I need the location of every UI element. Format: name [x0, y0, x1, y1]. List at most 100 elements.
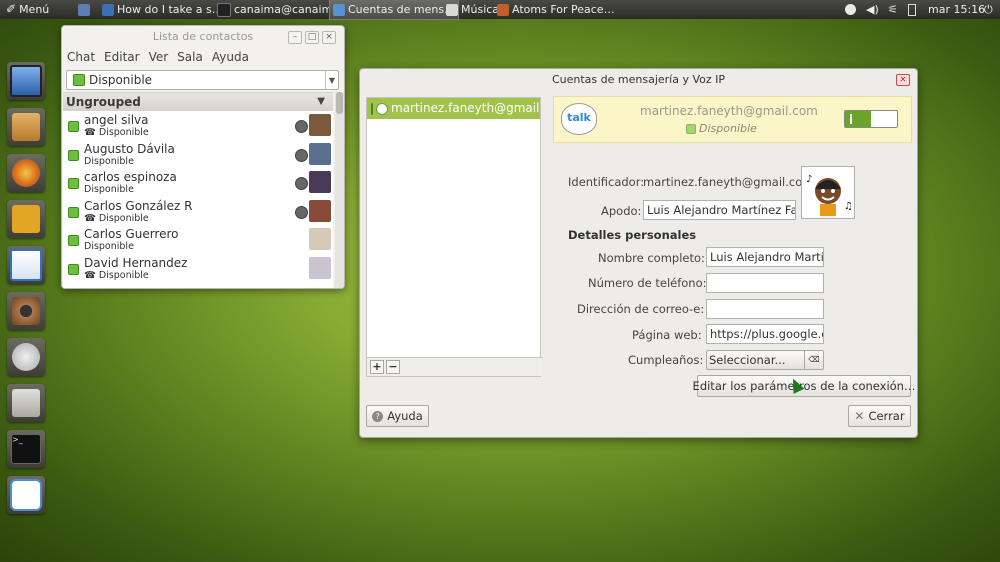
taskbar-item-player[interactable]: Atoms For Peace… — [494, 0, 618, 19]
contact-row[interactable]: Carlos Guerrero Disponible — [63, 225, 333, 254]
menu-logo-icon: ✐ — [6, 2, 17, 16]
dock-trash[interactable] — [7, 338, 45, 376]
toggle-on-state — [845, 111, 871, 127]
menu-chat[interactable]: Chat — [67, 48, 95, 66]
contact-avatar — [309, 228, 331, 251]
email-label: Dirección de correo-e: — [577, 302, 705, 316]
presence-combo[interactable]: Disponible ▼ — [66, 70, 339, 90]
phone-label: Número de teléfono: — [588, 276, 707, 290]
contact-name: angel silva — [84, 113, 149, 127]
add-account-button[interactable]: + — [370, 360, 384, 374]
edit-connection-label: Editar los parámetros de la conexión… — [692, 379, 916, 393]
browser-icon — [102, 3, 114, 16]
contact-status-label: Disponible — [84, 155, 134, 167]
main-menu-label: Menú — [19, 3, 50, 16]
contact-avatar — [309, 171, 331, 194]
web-field[interactable]: https://plus.google.c — [706, 324, 824, 344]
taskbar-item-browser[interactable]: How do I take a s… — [99, 0, 226, 19]
dialog-titlebar[interactable]: Cuentas de mensajería y Voz IP — [360, 69, 917, 91]
dock-firefox[interactable] — [7, 154, 45, 192]
account-list: martinez.faneyth@gmail.com + − — [366, 97, 543, 377]
contact-row[interactable]: angel silva ☎ Disponible — [63, 111, 333, 140]
power-icon[interactable]: ⏻ — [984, 0, 993, 19]
edit-connection-button[interactable]: Editar los parámetros de la conexión… — [693, 375, 915, 397]
dock-terminal[interactable]: >_ — [7, 430, 45, 468]
taskbar-item-label: canaima@canaim… — [234, 3, 344, 16]
full-name-field[interactable]: Luis Alejandro Martín — [706, 247, 824, 267]
available-icon — [686, 123, 696, 134]
contact-status: Disponible — [84, 184, 134, 195]
dock-chat[interactable] — [7, 476, 45, 514]
contacts-titlebar[interactable]: Lista de contactos – □ × — [62, 26, 344, 48]
dock-files[interactable] — [7, 384, 45, 422]
available-icon — [68, 263, 79, 275]
birthday-value: Seleccionar... — [709, 353, 786, 367]
close-icon: ✕ — [854, 409, 865, 423]
alias-field[interactable]: Luis Alejandro Martínez Far — [643, 200, 796, 220]
scrollbar-thumb[interactable] — [336, 92, 343, 114]
webcam-icon — [295, 205, 308, 219]
menu-sala[interactable]: Sala — [177, 48, 203, 66]
contact-status-label: Disponible — [98, 127, 149, 138]
contacts-scrollbar[interactable] — [335, 92, 344, 288]
taskbar-item-label: How do I take a s… — [117, 3, 223, 16]
taskbar-item-label: Cuentas de mens… — [348, 3, 456, 16]
contact-row[interactable]: Augusto Dávila Disponible — [63, 140, 333, 169]
collapse-triangle-icon: ▼ — [317, 96, 325, 107]
twitter-bird-icon — [12, 205, 40, 233]
taskbar-item-terminal[interactable]: canaima@canaim… — [214, 0, 346, 19]
contact-name: Augusto Dávila — [84, 141, 175, 156]
taskbar-item-accounts[interactable]: Cuentas de mens… — [328, 0, 460, 20]
group-header[interactable]: Ungrouped ▼ — [63, 93, 333, 111]
clock-label: mar 15:16 — [928, 3, 986, 16]
clock[interactable]: mar 15:16 — [928, 0, 985, 19]
contact-row[interactable]: Carlos González R ☎ Disponible — [63, 197, 333, 226]
birthday-select[interactable]: Seleccionar... ⌫ — [706, 350, 824, 370]
account-enable-toggle[interactable] — [844, 110, 898, 128]
dock-computer[interactable] — [7, 62, 45, 100]
dock-home[interactable] — [7, 108, 45, 146]
dock-twitter[interactable] — [7, 200, 45, 238]
account-avatar[interactable]: ♪ ♫ — [801, 166, 855, 219]
svg-text:♫: ♫ — [844, 201, 853, 212]
banner-status: Disponible — [686, 122, 757, 135]
clear-icon[interactable]: ⌫ — [804, 351, 823, 369]
contact-row[interactable]: David Hernandez ☎ Disponible — [63, 254, 333, 283]
presence-label: Disponible — [89, 73, 153, 87]
contact-status: Disponible — [84, 241, 134, 252]
close-dialog-button[interactable]: ✕ Cerrar — [848, 405, 911, 427]
network-icon[interactable]: ⚟ — [888, 0, 898, 19]
music-icon — [446, 3, 458, 16]
main-menu-button[interactable]: ✐ Menú — [6, 0, 49, 19]
dialog-close-icon[interactable]: ✕ — [896, 74, 910, 86]
dialog-title: Cuentas de mensajería y Voz IP — [551, 73, 726, 86]
available-icon — [68, 178, 79, 190]
personal-details-heading: Detalles personales — [568, 228, 697, 242]
phone-icon: ☎ — [84, 269, 99, 281]
account-list-item[interactable]: martinez.faneyth@gmail.com — [367, 98, 540, 119]
battery-icon[interactable] — [908, 0, 916, 19]
avatar-cartoon-icon: ♪♫ — [806, 174, 853, 216]
talk-logo-text: talk — [567, 111, 591, 124]
available-icon — [68, 149, 79, 161]
contact-row[interactable]: carlos espinoza Disponible — [63, 168, 333, 197]
close-button[interactable]: × — [322, 31, 336, 44]
maximize-button[interactable]: □ — [305, 31, 319, 44]
dock-writer[interactable] — [7, 246, 45, 284]
firefox-icon — [12, 159, 40, 187]
accessibility-tray-icon[interactable] — [845, 0, 856, 19]
show-desktop-button[interactable] — [78, 0, 90, 19]
remove-account-button[interactable]: − — [386, 360, 400, 374]
minimize-button[interactable]: – — [288, 31, 302, 44]
volume-icon[interactable]: ◀) — [866, 0, 879, 19]
email-field[interactable] — [706, 299, 824, 319]
menu-ver[interactable]: Ver — [149, 48, 169, 66]
phone-field[interactable] — [706, 273, 824, 293]
menu-editar[interactable]: Editar — [104, 48, 140, 66]
help-button[interactable]: ? Ayuda — [366, 405, 429, 427]
phone-icon: ☎ — [84, 212, 99, 224]
contact-name: carlos espinoza — [84, 170, 177, 185]
taskbar-item-label: Atoms For Peace… — [512, 3, 615, 16]
menu-ayuda[interactable]: Ayuda — [212, 48, 249, 66]
dock-sound[interactable] — [7, 292, 45, 330]
